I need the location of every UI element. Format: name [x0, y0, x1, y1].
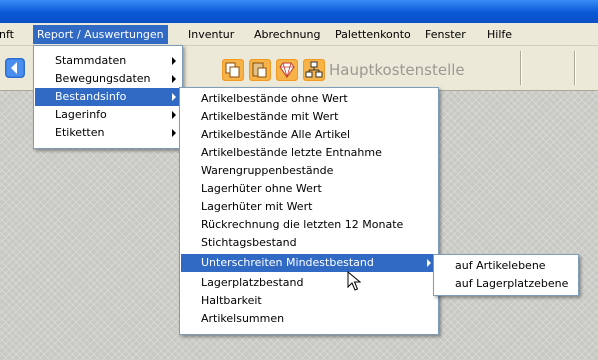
menu-item-label: Bewegungsdaten: [55, 72, 151, 85]
report-menu-item-lagerinfo[interactable]: Lagerinfo: [35, 106, 182, 124]
report-menu-item-bestandsinfo[interactable]: Bestandsinfo: [35, 88, 182, 106]
submenu-item[interactable]: Artikelbestände letzte Entnahme: [181, 144, 437, 162]
submenu-item[interactable]: Lagerplatzbestand: [181, 274, 437, 292]
report-menu: Stammdaten Bewegungsdaten Bestandsinfo L…: [33, 45, 183, 149]
copy-icon[interactable]: [222, 59, 244, 81]
report-menu-item-stammdaten[interactable]: Stammdaten: [35, 52, 182, 70]
submenu-arrow-icon: [172, 93, 176, 101]
hierarchy-icon[interactable]: [303, 59, 325, 81]
menu-palettenkonto[interactable]: Palettenkonto: [335, 26, 411, 43]
submenu-arrow-icon: [172, 75, 176, 83]
submenu-arrow-icon: [172, 111, 176, 119]
menu-item-label: Unterschreiten Mindestbestand: [201, 256, 374, 269]
toolbar-separator: [520, 51, 521, 85]
report-menu-item-etiketten[interactable]: Etiketten: [35, 124, 182, 142]
submenu-item-lagerplatzebene[interactable]: auf Lagerplatzebene: [435, 275, 577, 293]
menu-item-label: Bestandsinfo: [55, 90, 127, 103]
window-titlebar: [0, 0, 598, 23]
menu-item-label: Lagerinfo: [55, 108, 107, 121]
submenu-item[interactable]: Artikelsummen: [181, 310, 437, 328]
submenu-item[interactable]: Artikelbestände Alle Artikel: [181, 126, 437, 144]
menu-hilfe[interactable]: Hilfe: [487, 26, 512, 43]
report-menu-item-bewegungsdaten[interactable]: Bewegungsdaten: [35, 70, 182, 88]
submenu-item[interactable]: Haltbarkeit: [181, 292, 437, 310]
submenu-item[interactable]: Rückrechnung die letzten 12 Monate: [181, 216, 437, 234]
menu-item-partial[interactable]: nft: [0, 26, 14, 43]
submenu-item-artikelebene[interactable]: auf Artikelebene: [435, 257, 577, 275]
submenu-item[interactable]: Warengruppenbestände: [181, 162, 437, 180]
menu-item-label: Stammdaten: [55, 54, 127, 67]
submenu-item[interactable]: Artikelbestände mit Wert: [181, 108, 437, 126]
menu-abrechnung[interactable]: Abrechnung: [254, 26, 320, 43]
nav-icon[interactable]: [4, 57, 25, 79]
submenu-arrow-icon: [427, 259, 431, 267]
menu-item-label: Etiketten: [55, 126, 105, 139]
submenu-item-mindestbestand[interactable]: Unterschreiten Mindestbestand: [181, 254, 437, 272]
bestandsinfo-submenu: Artikelbestände ohne Wert Artikelbeständ…: [179, 87, 439, 335]
submenu-arrow-icon: [172, 129, 176, 137]
menu-bar: nft Report / Auswertungen Inventur Abrec…: [0, 23, 598, 46]
menu-fenster[interactable]: Fenster: [425, 26, 466, 43]
submenu-item[interactable]: Stichtagsbestand: [181, 234, 437, 252]
toolbar-separator: [574, 51, 575, 85]
paste-icon[interactable]: [249, 59, 271, 81]
submenu-item[interactable]: Lagerhüter mit Wert: [181, 198, 437, 216]
submenu-arrow-icon: [172, 57, 176, 65]
diamond-icon[interactable]: [276, 59, 298, 81]
submenu-item[interactable]: Artikelbestände ohne Wert: [181, 90, 437, 108]
mindestbestand-submenu: auf Artikelebene auf Lagerplatzebene: [433, 254, 579, 296]
menu-inventur[interactable]: Inventur: [188, 26, 234, 43]
mouse-cursor-icon: [347, 271, 361, 291]
cost-center-label: Hauptkostenstelle: [329, 61, 465, 79]
menu-report-auswertungen[interactable]: Report / Auswertungen: [33, 25, 168, 44]
submenu-item[interactable]: Lagerhüter ohne Wert: [181, 180, 437, 198]
